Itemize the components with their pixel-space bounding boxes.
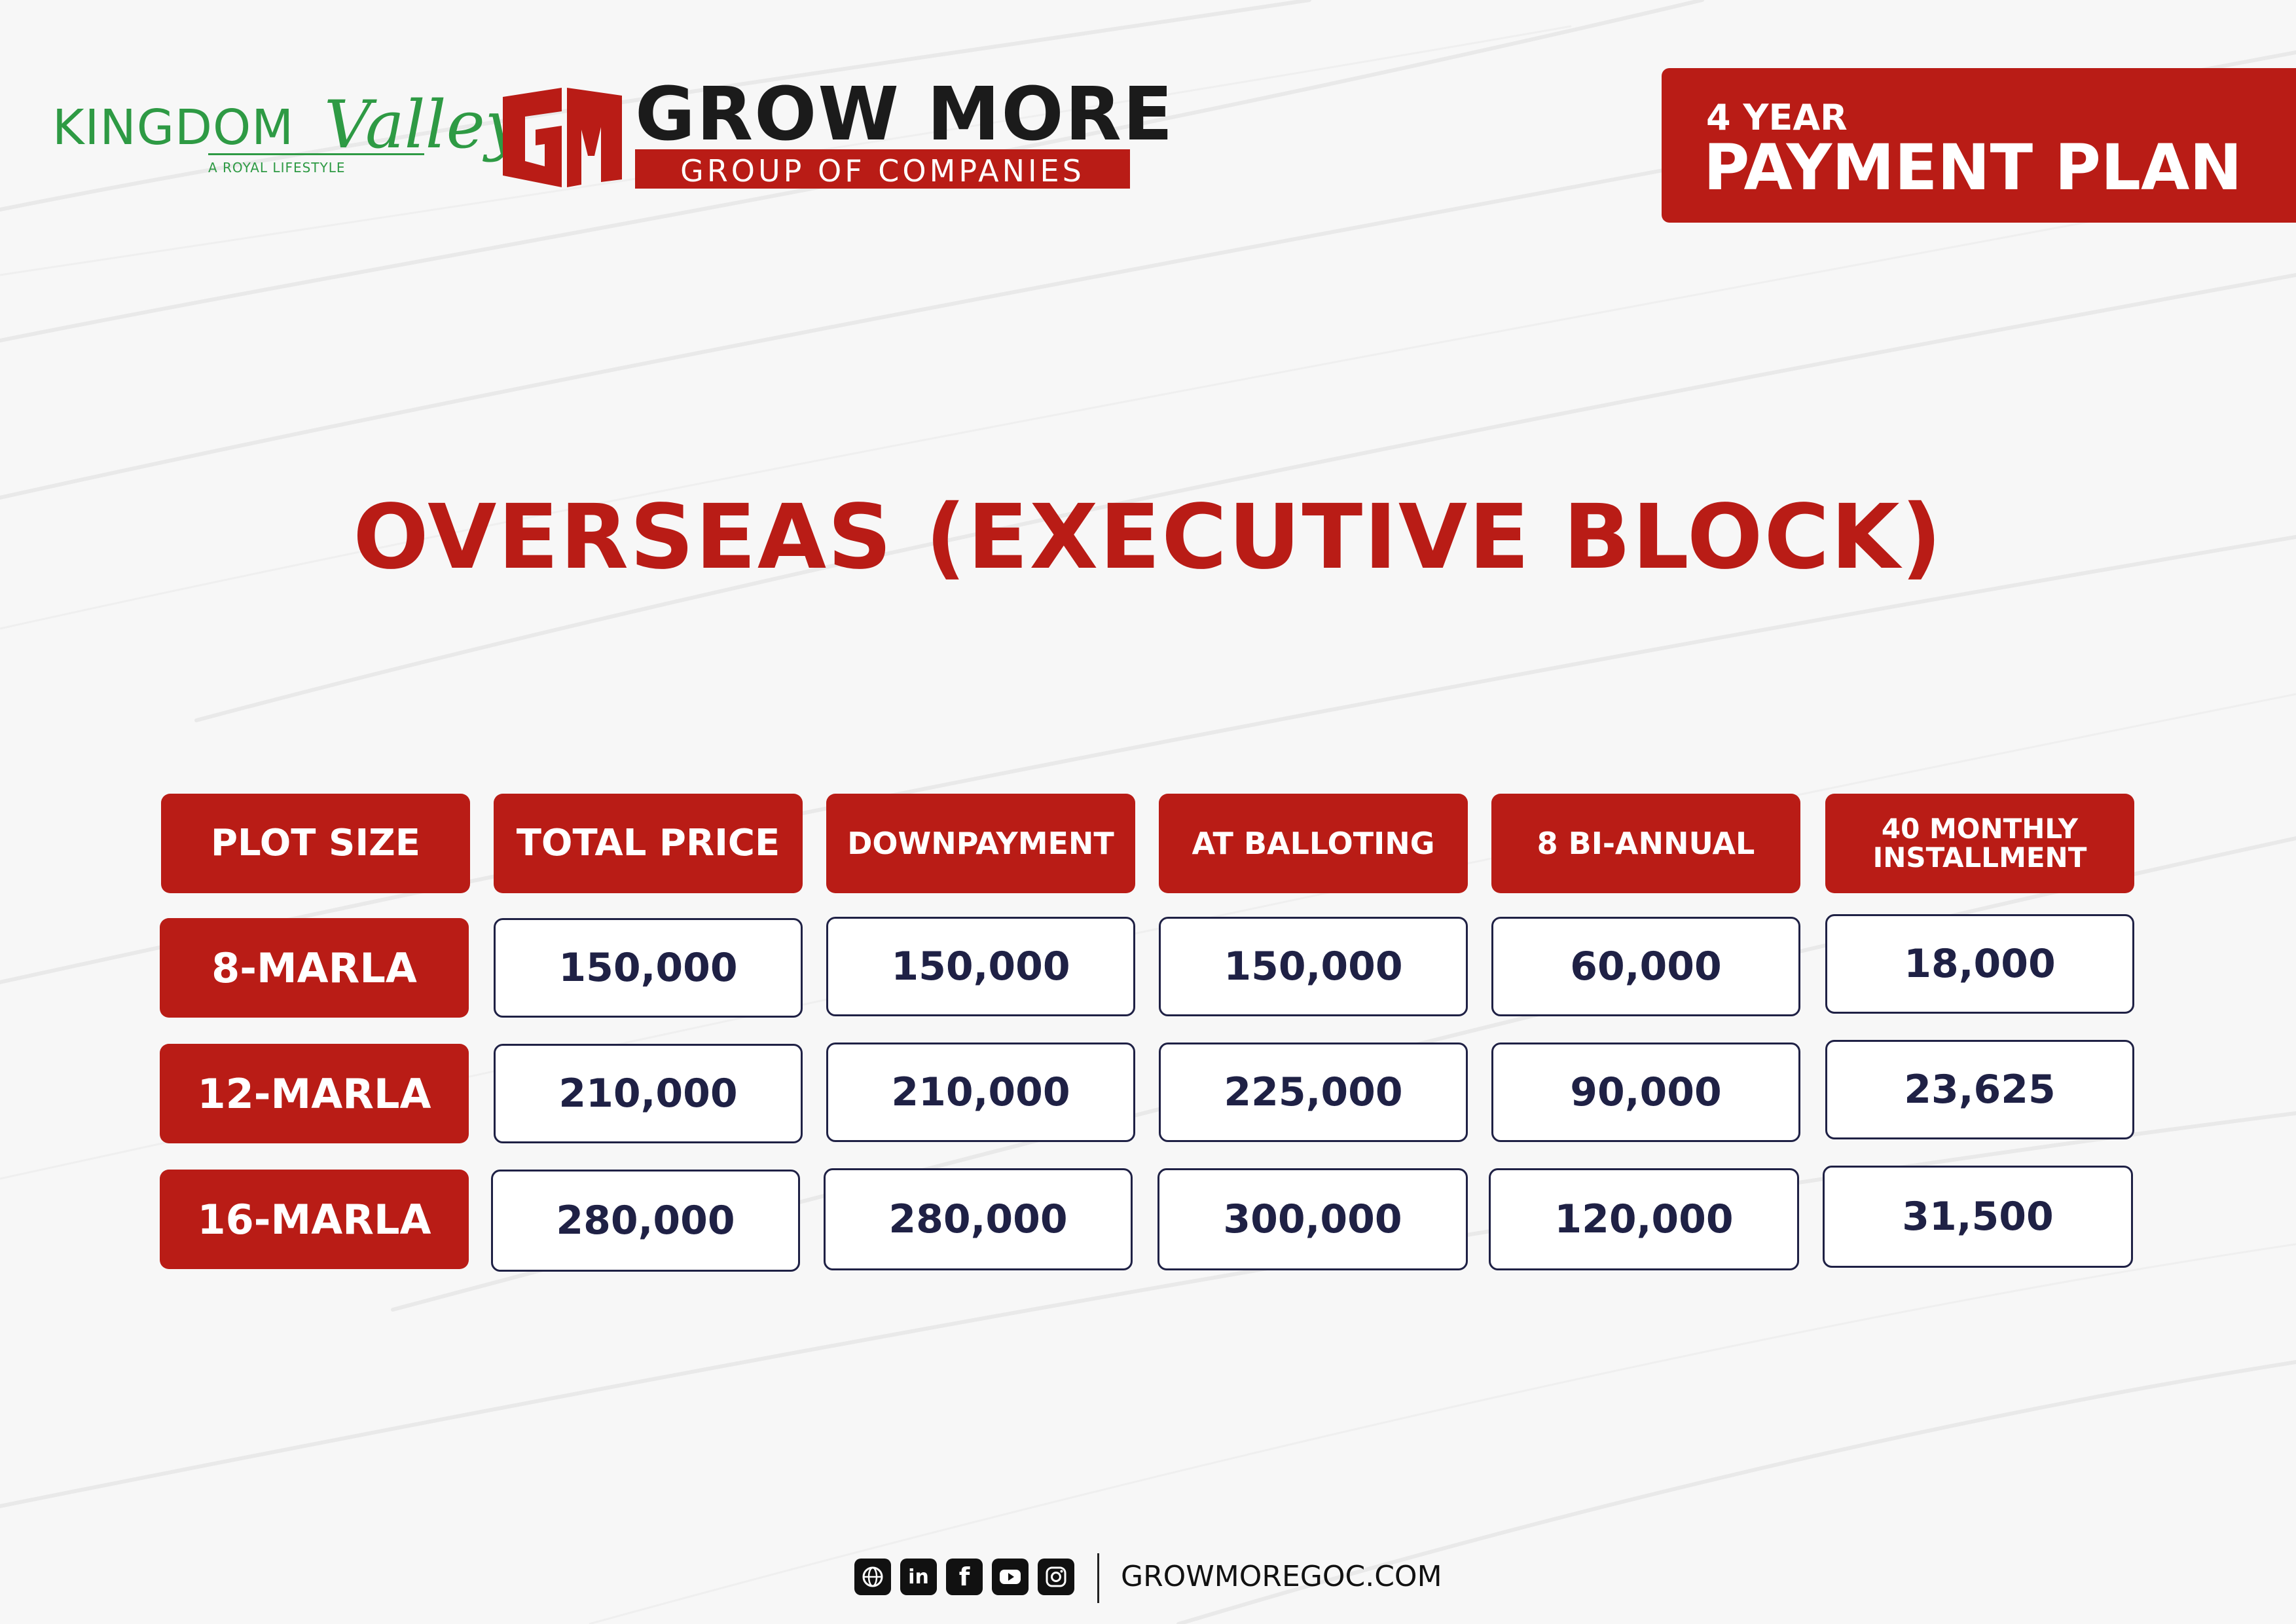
- table-cell: 210,000: [494, 1044, 803, 1143]
- header-downpayment: DOWNPAYMENT: [826, 794, 1135, 893]
- kingdom-valley-logo-underline: [208, 153, 424, 155]
- facebook-icon[interactable]: f: [946, 1559, 983, 1595]
- table-cell: 280,000: [491, 1170, 800, 1272]
- kingdom-valley-logo: KINGDOM Valley A ROYAL LIFESTYLE: [46, 86, 522, 190]
- kingdom-valley-logo-kingdom: KINGDOM: [52, 100, 295, 156]
- table-cell: 18,000: [1825, 914, 2134, 1014]
- table-cell: 300,000: [1157, 1168, 1468, 1270]
- table-cell: 150,000: [494, 918, 803, 1018]
- grow-more-subtitle-box: GROUP OF COMPANIES: [635, 149, 1130, 189]
- header-plot-size: PLOT SIZE: [161, 794, 470, 893]
- kingdom-valley-logo-valley: Valley: [324, 86, 522, 163]
- row-label-16-marla: 16-MARLA: [160, 1170, 469, 1269]
- header-at-balloting: AT BALLOTING: [1159, 794, 1468, 893]
- website-link[interactable]: GROWMOREGOC.COM: [1121, 1560, 1442, 1593]
- header-monthly-installment: 40 MONTHLY INSTALLMENT: [1825, 794, 2134, 893]
- row-label-12-marla: 12-MARLA: [160, 1044, 469, 1143]
- instagram-icon[interactable]: [1038, 1559, 1074, 1595]
- table-cell: 150,000: [826, 917, 1135, 1016]
- web-icon[interactable]: [854, 1559, 891, 1595]
- table-cell: 150,000: [1159, 917, 1468, 1016]
- grow-more-logo-mark: [503, 88, 622, 187]
- header-total-price: TOTAL PRICE: [494, 794, 803, 893]
- footer-divider: [1097, 1553, 1099, 1603]
- grow-more-title: GROW MORE: [635, 72, 1175, 157]
- table-cell: 23,625: [1825, 1040, 2134, 1139]
- table-cell: 120,000: [1489, 1168, 1799, 1270]
- grow-more-subtitle: GROUP OF COMPANIES: [680, 153, 1085, 189]
- linkedin-icon[interactable]: in: [900, 1559, 937, 1595]
- payment-plan-badge: 4 YEAR PAYMENT PLAN: [1662, 68, 2296, 223]
- youtube-icon[interactable]: [992, 1559, 1029, 1595]
- social-icons: in f: [854, 1559, 1074, 1595]
- table-cell: 90,000: [1491, 1043, 1800, 1142]
- page-title: OVERSEAS (EXECUTIVE BLOCK): [353, 486, 1943, 589]
- table-cell: 280,000: [824, 1168, 1133, 1270]
- header-bi-annual: 8 BI-ANNUAL: [1491, 794, 1800, 893]
- kingdom-valley-tagline: A ROYAL LIFESTYLE: [208, 160, 346, 175]
- row-label-8-marla: 8-MARLA: [160, 918, 469, 1018]
- table-cell: 31,500: [1823, 1166, 2133, 1268]
- table-cell: 210,000: [826, 1043, 1135, 1142]
- table-cell: 60,000: [1491, 917, 1800, 1016]
- table-cell: 225,000: [1159, 1043, 1468, 1142]
- plan-name: PAYMENT PLAN: [1704, 131, 2242, 204]
